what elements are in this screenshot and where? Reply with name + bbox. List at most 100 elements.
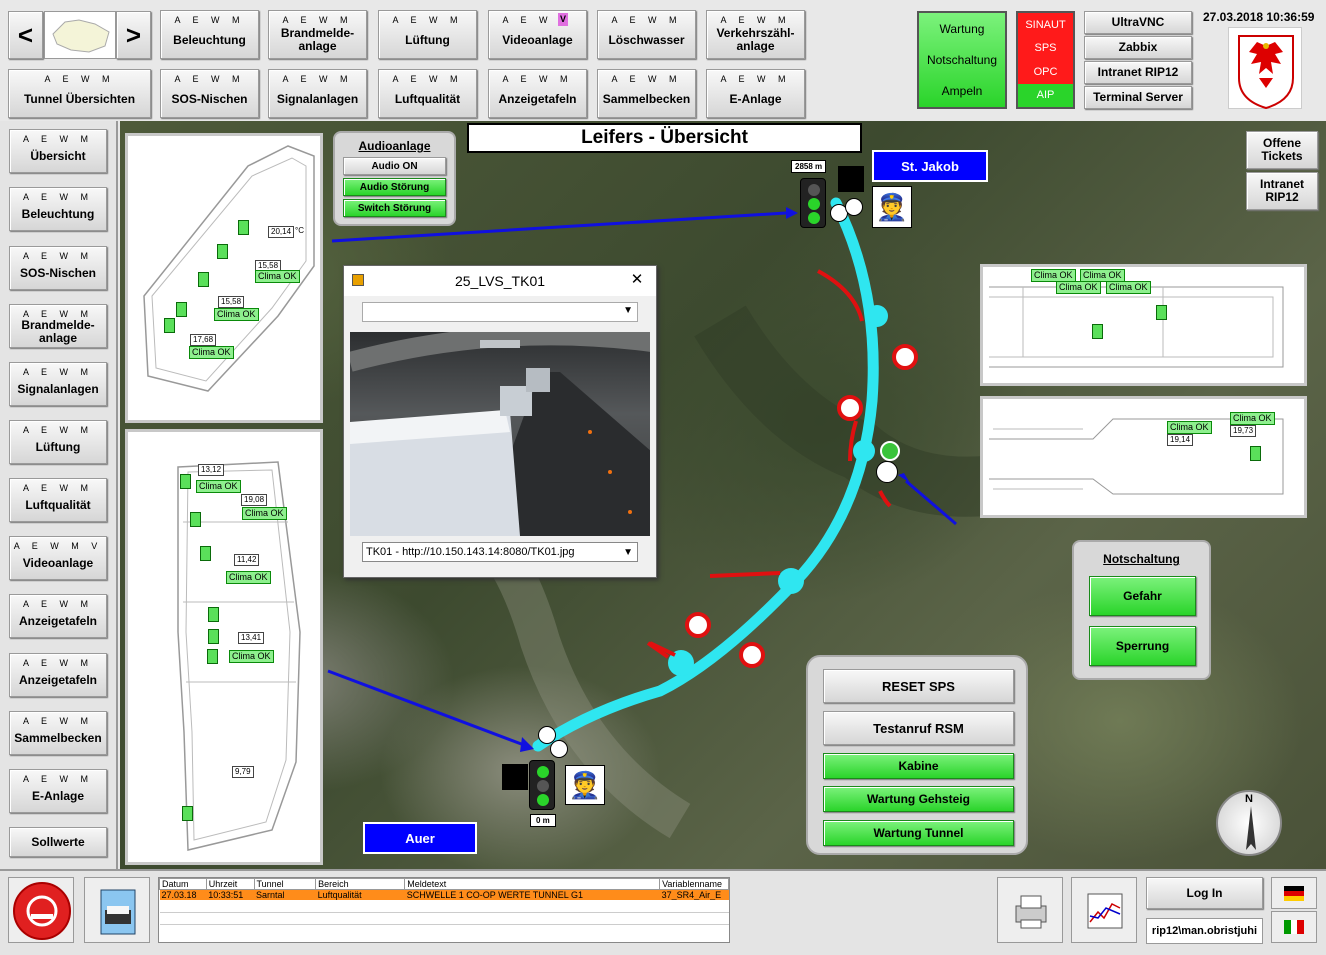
- zabbix-button[interactable]: Zabbix: [1084, 36, 1192, 59]
- region-outline-icon: [52, 19, 110, 53]
- video-flag-badge: V: [557, 13, 568, 26]
- ultravnc-button[interactable]: UltraVNC: [1084, 11, 1192, 34]
- empty-row: [159, 900, 729, 913]
- door-icon: [198, 272, 209, 287]
- header-button-3[interactable]: A E W M V Videoanlage: [488, 10, 587, 59]
- alarm-table[interactable]: Datum Uhrzeit Tunnel Bereich Meldetext Variab…: [158, 877, 730, 943]
- header-button-5[interactable]: A E W M Verkehrszähl-anlage: [706, 10, 805, 59]
- button-label: Sammelbecken: [14, 731, 102, 745]
- sidebar-item-4[interactable]: A E W M Signalanlagen: [9, 362, 107, 406]
- alarm-row[interactable]: 27.03.18 10:33:51 Sarntal Luftqualität SCHWE…: [159, 889, 729, 900]
- traffic-light-icon[interactable]: [529, 760, 555, 810]
- status-flags: A E W M: [174, 74, 245, 84]
- alarm-siren-icon[interactable]: [8, 877, 74, 943]
- sidebar-item-1[interactable]: A E W M Beleuchtung: [9, 187, 107, 231]
- fan-white-icon[interactable]: [876, 461, 898, 483]
- sidebar-item-3[interactable]: A E W M Brandmelde-anlage: [9, 304, 107, 348]
- sidebar-item-7[interactable]: A E W M V Videoanlage: [9, 536, 107, 580]
- sidebar-item-11[interactable]: A E W M E-Anlage: [9, 769, 107, 813]
- testanruf-rsm-button[interactable]: Testanruf RSM: [823, 711, 1014, 745]
- switch-stoerung-button[interactable]: Switch Störung: [343, 199, 446, 217]
- nav-prev-button[interactable]: <: [8, 11, 43, 59]
- header-button-2[interactable]: A E W M Lüftung: [378, 10, 477, 59]
- login-button[interactable]: Log In: [1146, 877, 1263, 909]
- header-button-4[interactable]: A E W M Löschwasser: [597, 10, 696, 59]
- fan-white-icon[interactable]: [550, 740, 568, 758]
- auer-label[interactable]: Auer: [363, 822, 477, 854]
- header-nav-button-3[interactable]: A E W M Luftqualität: [378, 69, 477, 118]
- header-nav-button-0[interactable]: A E W M Tunnel Übersichten: [8, 69, 151, 118]
- st-jakob-label[interactable]: St. Jakob: [872, 150, 988, 182]
- trend-chart-icon[interactable]: [1071, 877, 1137, 943]
- button-label: Beleuchtung: [173, 32, 246, 47]
- signal-block-icon[interactable]: [502, 764, 528, 790]
- no-overtaking-sign-icon[interactable]: [837, 395, 863, 421]
- no-overtaking-sign-icon[interactable]: [739, 642, 765, 668]
- header-button-0[interactable]: A E W M Beleuchtung: [160, 10, 259, 59]
- kabine-button[interactable]: Kabine: [823, 753, 1014, 779]
- no-overtaking-sign-icon[interactable]: [892, 344, 918, 370]
- alarm-column-header[interactable]: Tunnel: [253, 878, 317, 890]
- fan-green-icon[interactable]: [880, 441, 900, 461]
- traffic-light-icon[interactable]: [800, 178, 826, 228]
- wartung-tunnel-button[interactable]: Wartung Tunnel: [823, 820, 1014, 846]
- camera-select[interactable]: ▼: [362, 302, 638, 322]
- terminal-server-button[interactable]: Terminal Server: [1084, 86, 1192, 109]
- sps-label: SPS: [1034, 42, 1057, 55]
- intranet-rip12-button[interactable]: Intranet RIP12: [1084, 61, 1192, 84]
- reset-sps-button[interactable]: RESET SPS: [823, 669, 1014, 703]
- door-icon: [1250, 446, 1261, 461]
- sidebar-item-10[interactable]: A E W M Sammelbecken: [9, 711, 107, 755]
- audio-on-button[interactable]: Audio ON: [343, 157, 446, 175]
- chevron-down-icon: ▼: [623, 547, 633, 558]
- video-window: 25_LVS_TK01 ✕ ▼ TK01 - http://10.150.143…: [343, 265, 657, 578]
- sidebar-item-8[interactable]: A E W M Anzeigetafeln: [9, 594, 107, 638]
- sidebar-item-9[interactable]: A E W M Anzeigetafeln: [9, 653, 107, 697]
- status-flags: A E W M: [392, 74, 463, 84]
- header-nav-button-5[interactable]: A E W M Sammelbecken: [597, 69, 696, 118]
- alarm-cell: 37_SR4_Air_E: [661, 890, 722, 900]
- italian-flag-icon[interactable]: [1271, 911, 1317, 943]
- german-flag-icon[interactable]: [1271, 877, 1317, 909]
- sidebar-item-6[interactable]: A E W M Luftqualität: [9, 478, 107, 522]
- notschaltung-title: Notschaltung: [1103, 552, 1180, 566]
- offene-tickets-button[interactable]: Offene Tickets: [1246, 131, 1318, 169]
- alarm-column-header[interactable]: Meldetext: [404, 878, 661, 890]
- signal-block-icon[interactable]: [838, 166, 864, 192]
- sperrung-button[interactable]: Sperrung: [1089, 626, 1196, 666]
- close-icon[interactable]: ✕: [624, 270, 650, 290]
- sidebar-item-2[interactable]: A E W M SOS-Nischen: [9, 246, 107, 290]
- audio-stoerung-button[interactable]: Audio Störung: [343, 178, 446, 196]
- button-label: Löschwasser: [608, 32, 685, 47]
- region-map-thumbnail[interactable]: [44, 11, 116, 59]
- header-nav-button-1[interactable]: A E W M SOS-Nischen: [160, 69, 259, 118]
- alarm-column-header[interactable]: Datum: [159, 878, 207, 890]
- wartung-panel[interactable]: Wartung Notschaltung Ampeln: [917, 11, 1007, 109]
- nav-next-button[interactable]: >: [116, 11, 151, 59]
- alarm-column-header[interactable]: Variablenname: [659, 878, 729, 890]
- status-flags: A E W M: [720, 15, 791, 25]
- police-officer-icon[interactable]: 👮: [872, 186, 912, 228]
- sidebar-item-12[interactable]: Sollwerte: [9, 827, 107, 857]
- sidebar-item-0[interactable]: A E W M Übersicht: [9, 129, 107, 173]
- header-nav-button-4[interactable]: A E W M Anzeigetafeln: [488, 69, 587, 118]
- alarm-column-header[interactable]: Uhrzeit: [205, 878, 255, 890]
- wartung-gehsteig-button[interactable]: Wartung Gehsteig: [823, 786, 1014, 812]
- no-overtaking-sign-icon[interactable]: [685, 612, 711, 638]
- clima-ok-badge: Clima OK: [1230, 412, 1275, 425]
- sps-status-panel[interactable]: SINAUT SPS OPC AIP: [1016, 11, 1075, 109]
- wartung-label: Wartung: [939, 21, 985, 36]
- alarm-column-header[interactable]: Bereich: [315, 878, 406, 890]
- header-button-1[interactable]: A E W M Brandmelde-anlage: [268, 10, 367, 59]
- gefahr-button[interactable]: Gefahr: [1089, 576, 1196, 616]
- header-nav-button-2[interactable]: A E W M Signalanlagen: [268, 69, 367, 118]
- header-nav-button-6[interactable]: A E W M E-Anlage: [706, 69, 805, 118]
- printer-icon[interactable]: [997, 877, 1063, 943]
- fan-white-icon[interactable]: [845, 198, 863, 216]
- police-officer-icon[interactable]: 👮: [565, 765, 605, 805]
- camera-url-select[interactable]: TK01 - http://10.150.143.14:8080/TK01.jp…: [362, 542, 638, 562]
- archive-cabinet-icon[interactable]: [84, 877, 150, 943]
- intranet-rip12-side-button[interactable]: Intranet RIP12: [1246, 172, 1318, 210]
- sidebar-item-5[interactable]: A E W M Lüftung: [9, 420, 107, 464]
- temp-readout: 9,79: [232, 766, 254, 778]
